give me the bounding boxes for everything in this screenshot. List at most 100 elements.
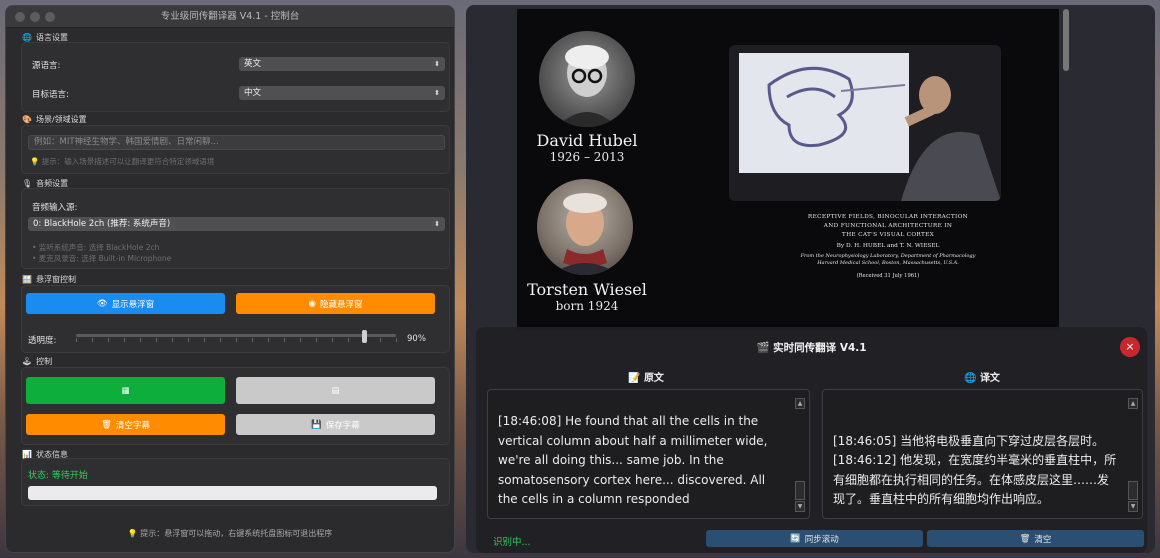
slider-tick [140, 338, 141, 342]
scene-section-header: 🎨 场景/领域设置 [22, 115, 87, 124]
status-panel: 状态: 等待开始 [21, 458, 450, 506]
target-language-label: 目标语言: [32, 90, 69, 100]
controls-panel: ▦ ▤ 🗑 清空字幕 💾 保存字幕 [21, 367, 450, 445]
recognition-status: 识别中... [493, 537, 531, 548]
save-subtitles-button[interactable]: 💾 保存字幕 [236, 414, 435, 435]
footer-hint: 💡 提示：悬浮窗可以拖动，右键系统托盘图标可退出程序 [127, 529, 333, 538]
lightbulb-icon: 💡 [127, 529, 138, 538]
opacity-slider-track[interactable] [76, 334, 396, 337]
select-arrows-icon: ⬍ [434, 60, 440, 68]
sync-icon: 🔄 [790, 533, 801, 544]
slider-tick [124, 338, 125, 342]
paper-affiliation-line2: Harvard Medical School, Boston, Massachu… [817, 260, 959, 266]
floppy-disk-icon: 💾 [311, 419, 322, 430]
slider-tick [156, 338, 157, 342]
lecture-image [729, 45, 1001, 201]
palette-icon: 🎨 [22, 115, 32, 124]
audio-hint-system: • 监听系统声音: 选择 BlackHole 2ch [32, 243, 160, 252]
zoom-window-button[interactable] [45, 12, 55, 22]
slider-tick [332, 338, 333, 342]
scene-input[interactable]: 例如：MIT神经生物学、韩国爱情剧、日常闲聊... [28, 135, 445, 150]
status-text: 状态: 等待开始 [28, 471, 88, 481]
window-controls [15, 12, 55, 22]
slider-tick [236, 338, 237, 342]
hubel-name: David Hubel [536, 131, 638, 150]
control-window-title: 专业级同传翻译器 V4.1 - 控制台 [160, 11, 300, 22]
window-icon: 🪟 [22, 275, 32, 284]
original-header: 📝 原文 [628, 373, 664, 384]
wiesel-portrait [537, 179, 633, 275]
audio-input-select[interactable]: 0: BlackHole 2ch (推荐: 系统声音) ⬍ [28, 217, 445, 231]
slider-tick [204, 338, 205, 342]
original-text-box[interactable]: [18:46:08] He found that all the cells i… [487, 389, 810, 519]
floating-section-header: 🪟 悬浮窗控制 [22, 275, 76, 284]
floating-panel: 👁 显示悬浮窗 ◉ 隐藏悬浮窗 透明度: 90% [21, 285, 450, 353]
scroll-down-icon[interactable]: ▼ [795, 501, 805, 512]
slider-tick [316, 338, 317, 342]
stop-button[interactable]: ▤ [236, 377, 435, 404]
scroll-down-icon[interactable]: ▼ [1128, 501, 1138, 512]
sync-scroll-button[interactable]: 🔄 同步滚动 [706, 530, 923, 547]
controls-section-header: 🕹 控制 [22, 357, 53, 366]
source-language-select[interactable]: 英文 ⬍ [239, 57, 445, 71]
wiesel-name: Torsten Wiesel [527, 280, 647, 299]
slider-tick [92, 338, 93, 342]
close-icon: × [1125, 340, 1135, 353]
scroll-up-icon[interactable]: ▲ [1128, 398, 1138, 409]
language-panel: 源语言: 英文 ⬍ 目标语言: 中文 ⬍ [21, 42, 450, 112]
audio-input-label: 音频输入源: [32, 203, 78, 213]
show-floating-button[interactable]: 👁 显示悬浮窗 [26, 293, 225, 314]
slider-tick [396, 338, 397, 342]
translation-text-box[interactable]: [18:46:05] 当他将电极垂直向下穿过皮层各层时。 [18:46:12] … [822, 389, 1143, 519]
scrollbar-thumb[interactable] [795, 481, 805, 500]
clear-subtitles-button[interactable]: 🗑 清空字幕 [26, 414, 225, 435]
control-title-bar[interactable]: 专业级同传翻译器 V4.1 - 控制台 [6, 6, 454, 28]
slider-tick [76, 338, 77, 342]
hubel-years: 1926 – 2013 [549, 150, 625, 164]
translator-window[interactable]: 🎬 实时同传翻译 V4.1 × 📝 原文 🌐 译文 [18:46:08] He … [476, 327, 1147, 553]
scrollbar-thumb[interactable] [1128, 481, 1138, 500]
globe-icon: 🌐 [964, 373, 977, 384]
video-screen: David Hubel 1926 – 2013 Torsten Wiesel b… [466, 5, 1155, 553]
slider-tick [252, 338, 253, 342]
trash-icon: 🗑 [101, 419, 112, 430]
stop-icon: ▤ [331, 385, 340, 396]
eye-icon: 👁 [96, 298, 108, 309]
slider-tick [380, 338, 381, 342]
paper-received: (Received 31 July 1961) [856, 273, 920, 279]
translator-title: 🎬 实时同传翻译 V4.1 [756, 342, 867, 354]
memo-icon: 📝 [628, 373, 641, 384]
target-language-select[interactable]: 中文 ⬍ [239, 86, 445, 100]
close-window-button[interactable] [15, 12, 25, 22]
slider-tick [268, 338, 269, 342]
scroll-up-icon[interactable]: ▲ [795, 398, 805, 409]
clapperboard-icon: 🎬 [756, 342, 770, 354]
wiesel-years: born 1924 [555, 299, 619, 313]
translation-text: [18:46:05] 当他将电极垂直向下穿过皮层各层时。 [18:46:12] … [833, 433, 1117, 507]
translator-close-button[interactable]: × [1120, 337, 1140, 357]
opacity-value: 90% [407, 334, 426, 344]
control-window: 专业级同传翻译器 V4.1 - 控制台 🌐 语言设置 源语言: 英文 ⬍ 目标语… [5, 5, 455, 553]
select-arrows-icon: ⬍ [434, 89, 440, 97]
lightbulb-icon: 💡 [30, 157, 40, 166]
hide-floating-button[interactable]: ◉ 隐藏悬浮窗 [236, 293, 435, 314]
paper-affiliation-line1: From the Neurophysiology Laboratory, Dep… [800, 253, 976, 259]
minimize-window-button[interactable] [30, 12, 40, 22]
translator-clear-button[interactable]: 🗑 清空 [927, 530, 1144, 547]
slider-tick [172, 338, 173, 342]
slider-tick [188, 338, 189, 342]
eye-closed-icon: ◉ [308, 298, 316, 309]
microphone-icon: 🎙 [22, 179, 33, 188]
audio-hint-mic: • 麦克风录音: 选择 Built-in Microphone [32, 254, 172, 263]
source-language-label: 源语言: [32, 61, 61, 71]
slider-tick [220, 338, 221, 342]
scene-hint: 💡 提示：输入场景描述可以让翻译更符合特定领域语境 [30, 157, 215, 166]
start-button[interactable]: ▦ [26, 377, 225, 404]
paper-title-line3: THE CAT'S VISUAL CORTEX [841, 232, 935, 238]
video-scrollbar[interactable] [1063, 9, 1069, 71]
scene-panel: 例如：MIT神经生物学、韩国爱情剧、日常闲聊... 💡 提示：输入场景描述可以让… [21, 125, 450, 174]
opacity-slider-thumb[interactable] [362, 330, 367, 343]
trash-icon: 🗑 [1019, 533, 1031, 544]
globe-icon: 🌐 [22, 33, 32, 42]
slider-tick [348, 338, 349, 342]
